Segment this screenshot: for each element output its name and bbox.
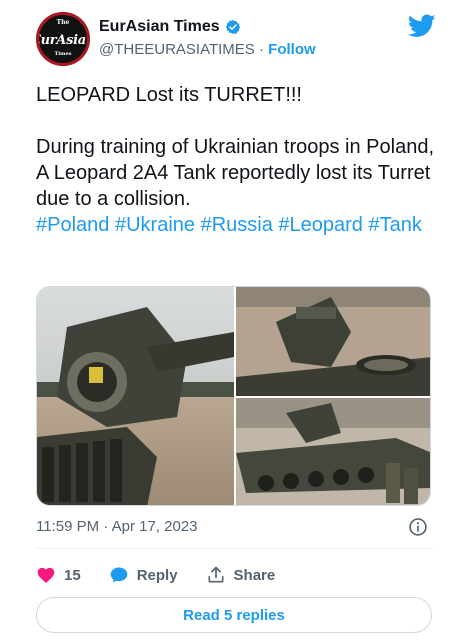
tweet-timestamp: 11:59 PM · Apr 17, 2023 (36, 517, 436, 537)
reply-button[interactable]: Reply (109, 565, 178, 585)
like-count: 15 (64, 566, 81, 584)
like-button[interactable]: 15 (36, 565, 81, 585)
verified-badge-icon (225, 20, 240, 34)
account-handle[interactable]: @THEEURASIATIMES (99, 41, 255, 58)
reply-bubble-icon (110, 567, 128, 583)
avatar-logo-sub: Times (54, 51, 72, 57)
tank-photo-bottom-right[interactable] (236, 398, 430, 505)
share-icon (208, 566, 224, 583)
twitter-bird-icon[interactable] (408, 14, 436, 38)
tweet-header: The EurAsian Times EurAsian Times @THEEU… (36, 12, 436, 68)
read-replies-button[interactable]: Read 5 replies (36, 597, 432, 633)
avatar[interactable]: The EurAsian Times (36, 12, 90, 66)
share-label: Share (233, 566, 276, 584)
hashtag-russia[interactable]: #Russia (201, 214, 273, 236)
tweet-body: During training of Ukrainian troops in P… (36, 136, 434, 210)
hashtag-poland[interactable]: #Poland (36, 214, 109, 236)
tweet-headline: LEOPARD Lost its TURRET!!! (36, 84, 302, 106)
handle-row: @THEEURASIATIMES · Follow (99, 41, 316, 58)
tank-photo-large[interactable] (37, 287, 234, 505)
info-icon[interactable] (408, 517, 428, 537)
reply-label: Reply (136, 566, 178, 584)
hashtag-tank[interactable]: #Tank (369, 214, 422, 236)
handle-separator: · (258, 41, 264, 58)
tweet-time[interactable]: 11:59 PM (36, 518, 99, 535)
tweet-text: LEOPARD Lost its TURRET!!! During traini… (36, 82, 436, 238)
avatar-logo-top: The (56, 19, 70, 26)
hashtag-leopard[interactable]: #Leopard (278, 214, 363, 236)
share-button[interactable]: Share (206, 565, 276, 585)
name-row: EurAsian Times (99, 18, 241, 36)
media-grid (36, 286, 431, 506)
tank-photo-top-right[interactable] (236, 287, 430, 396)
tweet-date[interactable]: Apr 17, 2023 (112, 518, 198, 535)
action-bar: 15 Reply Share (36, 563, 436, 587)
account-name[interactable]: EurAsian Times (99, 18, 220, 36)
follow-button[interactable]: Follow (268, 41, 316, 58)
meta-separator: · (103, 518, 109, 535)
hashtag-ukraine[interactable]: #Ukraine (115, 214, 195, 236)
heart-icon (37, 567, 55, 583)
divider (36, 548, 434, 549)
hashtag-line: #Poland #Ukraine #Russia #Leopard #Tank (36, 212, 436, 238)
